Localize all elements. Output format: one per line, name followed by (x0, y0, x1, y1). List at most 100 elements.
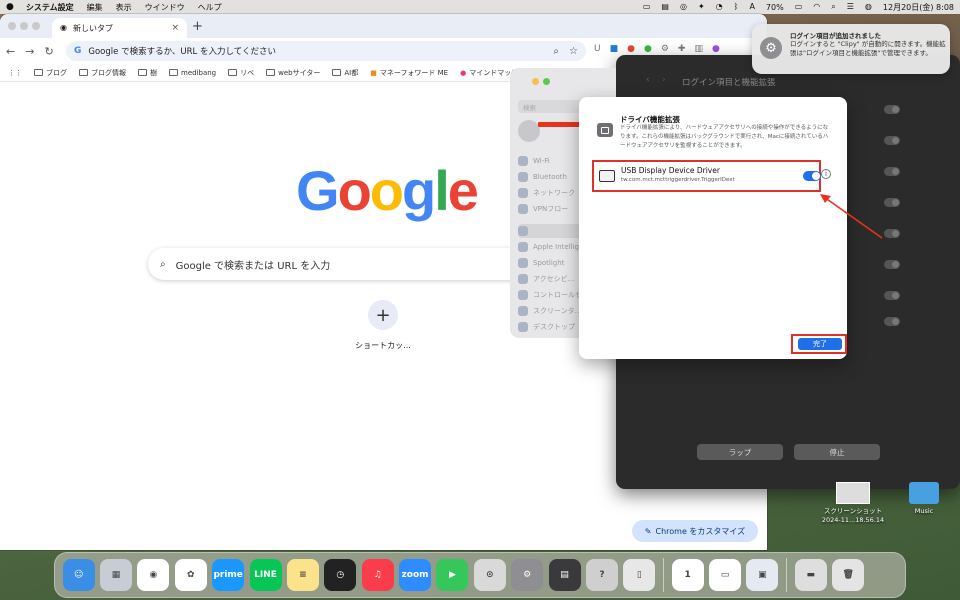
dock-facetime-icon[interactable]: ▶ (436, 559, 469, 591)
bookmark-blog-info[interactable]: ブログ情報 (79, 68, 126, 78)
apple-menu-icon[interactable]: ● (6, 2, 14, 12)
dock-trash-icon[interactable]: 🗑 (832, 559, 865, 591)
moneyforward-icon: ■ (370, 68, 377, 77)
menu-edit[interactable]: 編集 (87, 2, 103, 13)
google-logo-letter: e (447, 159, 479, 222)
wifi-icon[interactable]: ◠ (813, 3, 820, 11)
google-logo: Google (296, 158, 479, 223)
gear-icon: ⚙ (760, 37, 782, 59)
notification-banner[interactable]: ⚙ ログイン項目が追加されました ログインすると "Clipy" が自動的に開き… (752, 24, 950, 74)
dock-clock-icon[interactable]: ◷ (324, 559, 357, 591)
stop-button[interactable]: 停止 (794, 444, 880, 460)
dock-mouse-icon[interactable]: ⊙ (473, 559, 506, 591)
display-icon[interactable]: ▭ (643, 3, 651, 11)
close-window-button[interactable] (8, 22, 16, 30)
menu-clock[interactable]: 12月20日(金) 8:08 (883, 2, 954, 13)
toggle-switch[interactable] (884, 136, 900, 145)
dock-calculator-icon[interactable]: ▤ (548, 559, 581, 591)
desktop-screenshot-file[interactable]: スクリーンショット 2024-11...18.56.14 (820, 482, 886, 525)
lens-icon[interactable]: ⌕ (553, 46, 559, 57)
extension-red-icon[interactable]: ● (627, 44, 635, 54)
back-icon[interactable]: ‹ (646, 75, 650, 85)
plus-icon: + (375, 304, 391, 326)
driver-extensions-sheet: ドライバ機能拡張 ドライバ機能拡張により、ハードウェアアクセサリへの接続や操作が… (579, 97, 847, 359)
extension-green-icon[interactable]: ● (644, 44, 652, 54)
dock-finder-icon[interactable]: ☺ (62, 559, 95, 591)
stopwatch-icon[interactable]: ◔ (716, 3, 723, 11)
menu-window[interactable]: ウインドウ (145, 2, 185, 13)
dock-launchpad-icon[interactable]: ▦ (100, 559, 133, 591)
toggle-switch[interactable] (884, 229, 900, 238)
customize-chrome-button[interactable]: ✎ Chrome をカスタマイズ (632, 520, 758, 542)
toggle-switch[interactable] (884, 291, 900, 300)
driver-enable-toggle[interactable] (803, 171, 821, 181)
extension-blue-icon[interactable]: ■ (610, 44, 619, 54)
dock-music-icon[interactable]: ♫ (361, 559, 394, 591)
close-tab-icon[interactable]: × (171, 23, 179, 33)
input-source-icon[interactable]: A (749, 3, 754, 11)
menu-app-name[interactable]: システム設定 (26, 2, 74, 13)
extension-gear-icon[interactable]: ⚙ (661, 44, 669, 54)
new-tab-button[interactable]: + (192, 19, 203, 34)
add-shortcut-button[interactable]: + (368, 300, 398, 330)
clipboard-icon[interactable]: ▤ (661, 3, 669, 11)
toggle-switch[interactable] (884, 260, 900, 269)
dock-prime-video-icon[interactable]: prime (212, 559, 245, 591)
siri-icon[interactable]: ◍ (865, 3, 872, 11)
menu-help[interactable]: ヘルプ (198, 2, 222, 13)
dock-line-icon[interactable]: LINE (249, 559, 282, 591)
zoom-window-button[interactable] (32, 22, 40, 30)
dock-system-settings-icon[interactable]: ⚙ (511, 559, 544, 591)
menu-view[interactable]: 表示 (116, 2, 132, 13)
zoom-window-button[interactable] (543, 78, 550, 85)
toggle-switch[interactable] (884, 167, 900, 176)
google-g-icon: G (74, 46, 82, 56)
bookmark-moneyforward[interactable]: ■ マネーフォワード ME (370, 68, 448, 78)
info-icon[interactable]: i (821, 169, 831, 179)
profile-avatar-icon[interactable]: ● (712, 44, 720, 54)
minimize-window-button[interactable] (532, 78, 539, 85)
omnibox[interactable]: G Google で検索するか、URL を入力してください ⌕ ☆ (66, 41, 586, 61)
extension-puzzle-icon[interactable]: ✚ (678, 44, 686, 54)
forward-icon[interactable]: → (25, 45, 34, 58)
toggle-switch[interactable] (884, 105, 900, 114)
toggle-switch[interactable] (884, 317, 900, 326)
annotation-arrow (820, 194, 883, 239)
extension-u-icon[interactable]: U (594, 44, 601, 54)
search-icon[interactable]: ⌕ (831, 3, 835, 11)
sync-icon[interactable]: ✦ (698, 3, 705, 11)
dock-downloads-icon[interactable]: ▬ (794, 559, 827, 591)
back-icon[interactable]: ← (6, 45, 15, 58)
apps-grid-icon[interactable]: ⋮⋮ (8, 69, 22, 77)
reload-icon[interactable]: ↻ (44, 45, 53, 58)
desktop-music-folder[interactable]: Music (906, 482, 942, 515)
bookmark-webwriter[interactable]: webサイター (266, 68, 320, 78)
dock-zoom-icon[interactable]: zoom (399, 559, 432, 591)
dock-photos-icon[interactable]: ✿ (174, 559, 207, 591)
dock-display-icon[interactable]: ▭ (709, 559, 742, 591)
bluetooth-icon[interactable]: ᛒ (734, 3, 739, 11)
toggle-switch[interactable] (884, 198, 900, 207)
sidepanel-icon[interactable]: ▥ (694, 44, 703, 54)
dock-preview-icon[interactable]: ▣ (746, 559, 779, 591)
dock-help-icon[interactable]: ? (585, 559, 618, 591)
control-center-icon[interactable]: ☰ (847, 3, 854, 11)
tab-new-tab[interactable]: ◉ 新しいタブ × (52, 18, 187, 38)
avatar[interactable] (518, 120, 540, 142)
dock-iphone-mirroring-icon[interactable]: ▯ (623, 559, 656, 591)
bookmark-star-icon[interactable]: ☆ (569, 46, 578, 57)
minimize-window-button[interactable] (20, 22, 28, 30)
done-button[interactable]: 完了 (798, 338, 842, 350)
bookmark-blog[interactable]: ブログ (34, 68, 67, 78)
bookmark-medibang[interactable]: medibang (169, 69, 216, 77)
dock-notes-icon[interactable]: ≡ (286, 559, 319, 591)
wrap-button[interactable]: ラップ (697, 444, 783, 460)
dock-1password-icon[interactable]: 1 (671, 559, 704, 591)
dock-chrome-icon[interactable]: ◉ (137, 559, 170, 591)
bookmark-libe[interactable]: リベ (228, 68, 254, 78)
bookmark-ai[interactable]: AI都 (332, 68, 358, 78)
onepassword-icon[interactable]: ◎ (680, 3, 687, 11)
battery-icon[interactable]: ▭ (795, 3, 803, 11)
forward-icon[interactable]: › (662, 75, 666, 85)
bookmark-tree[interactable]: 樹 (138, 68, 157, 78)
